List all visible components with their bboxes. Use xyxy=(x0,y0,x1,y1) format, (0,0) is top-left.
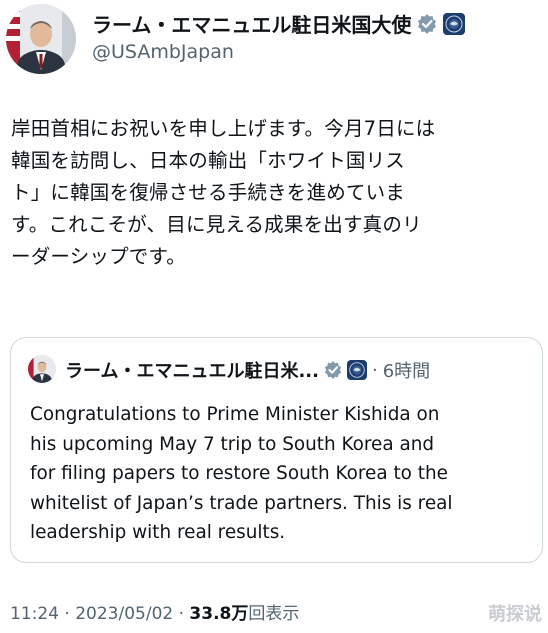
view-label: 回表示 xyxy=(248,604,300,624)
tweet-line: 韓国を訪問し、日本の輸出「ホワイト国リス xyxy=(11,149,406,172)
person-portrait-icon xyxy=(28,355,56,383)
meta-separator: · xyxy=(59,604,76,624)
quoted-separator: · xyxy=(371,359,378,381)
quoted-tweet-text: Congratulations to Prime Minister Kishid… xyxy=(30,400,530,548)
quoted-header: ラーム・エマニュエル駐日米... · 6時間 xyxy=(65,357,430,383)
tweet-text: 岸田首相にお祝いを申し上げます。今月7日には 韓国を訪問し、日本の輸出「ホワイト… xyxy=(11,113,541,273)
author-display-name[interactable]: ラーム・エマニュエル駐日米国大使 xyxy=(92,9,411,38)
tweet-meta: 11:24 · 2023/05/02 · 33.8万回表示 xyxy=(10,599,299,624)
verified-badge-icon xyxy=(418,13,437,34)
watermark: 萌探说 xyxy=(488,604,542,625)
tweet-line: 岸田首相にお祝いを申し上げます。今月7日には xyxy=(11,117,436,140)
quoted-line: leadership with real results. xyxy=(30,522,286,543)
tweet-line: ト」に韓国を復帰させる手続きを進めていま xyxy=(11,181,406,204)
us-seal-icon xyxy=(346,360,367,380)
author-avatar[interactable] xyxy=(6,4,76,74)
author-name-row: ラーム・エマニュエル駐日米国大使 xyxy=(92,9,466,38)
quoted-line: for filing papers to restore South Korea… xyxy=(30,463,448,484)
verified-badge-icon xyxy=(324,361,342,379)
view-count: 33.8万 xyxy=(189,604,249,624)
meta-separator: · xyxy=(173,604,190,624)
person-portrait-icon xyxy=(6,4,76,74)
us-seal-icon xyxy=(443,12,466,35)
quoted-timestamp[interactable]: 6時間 xyxy=(383,357,430,383)
quoted-author-avatar[interactable] xyxy=(28,355,56,383)
quoted-line: his upcoming May 7 trip to South Korea a… xyxy=(30,433,435,455)
tweet-line: ーダーシップです。 xyxy=(11,245,186,268)
quoted-tweet-card[interactable]: ラーム・エマニュエル駐日米... · 6時間 Congratulations t… xyxy=(10,337,543,563)
author-handle[interactable]: @USAmbJapan xyxy=(92,41,234,63)
quoted-line: Congratulations to Prime Minister Kishid… xyxy=(30,404,440,425)
tweet-line: す。これこそが、目に見える成果を出す真のリ xyxy=(11,213,422,236)
quoted-line: whitelist of Japan’s trade partners. Thi… xyxy=(30,492,453,514)
quoted-author-name[interactable]: ラーム・エマニュエル駐日米... xyxy=(65,357,319,383)
tweet-date[interactable]: 2023/05/02 xyxy=(75,604,173,624)
tweet-time[interactable]: 11:24 xyxy=(10,604,59,624)
